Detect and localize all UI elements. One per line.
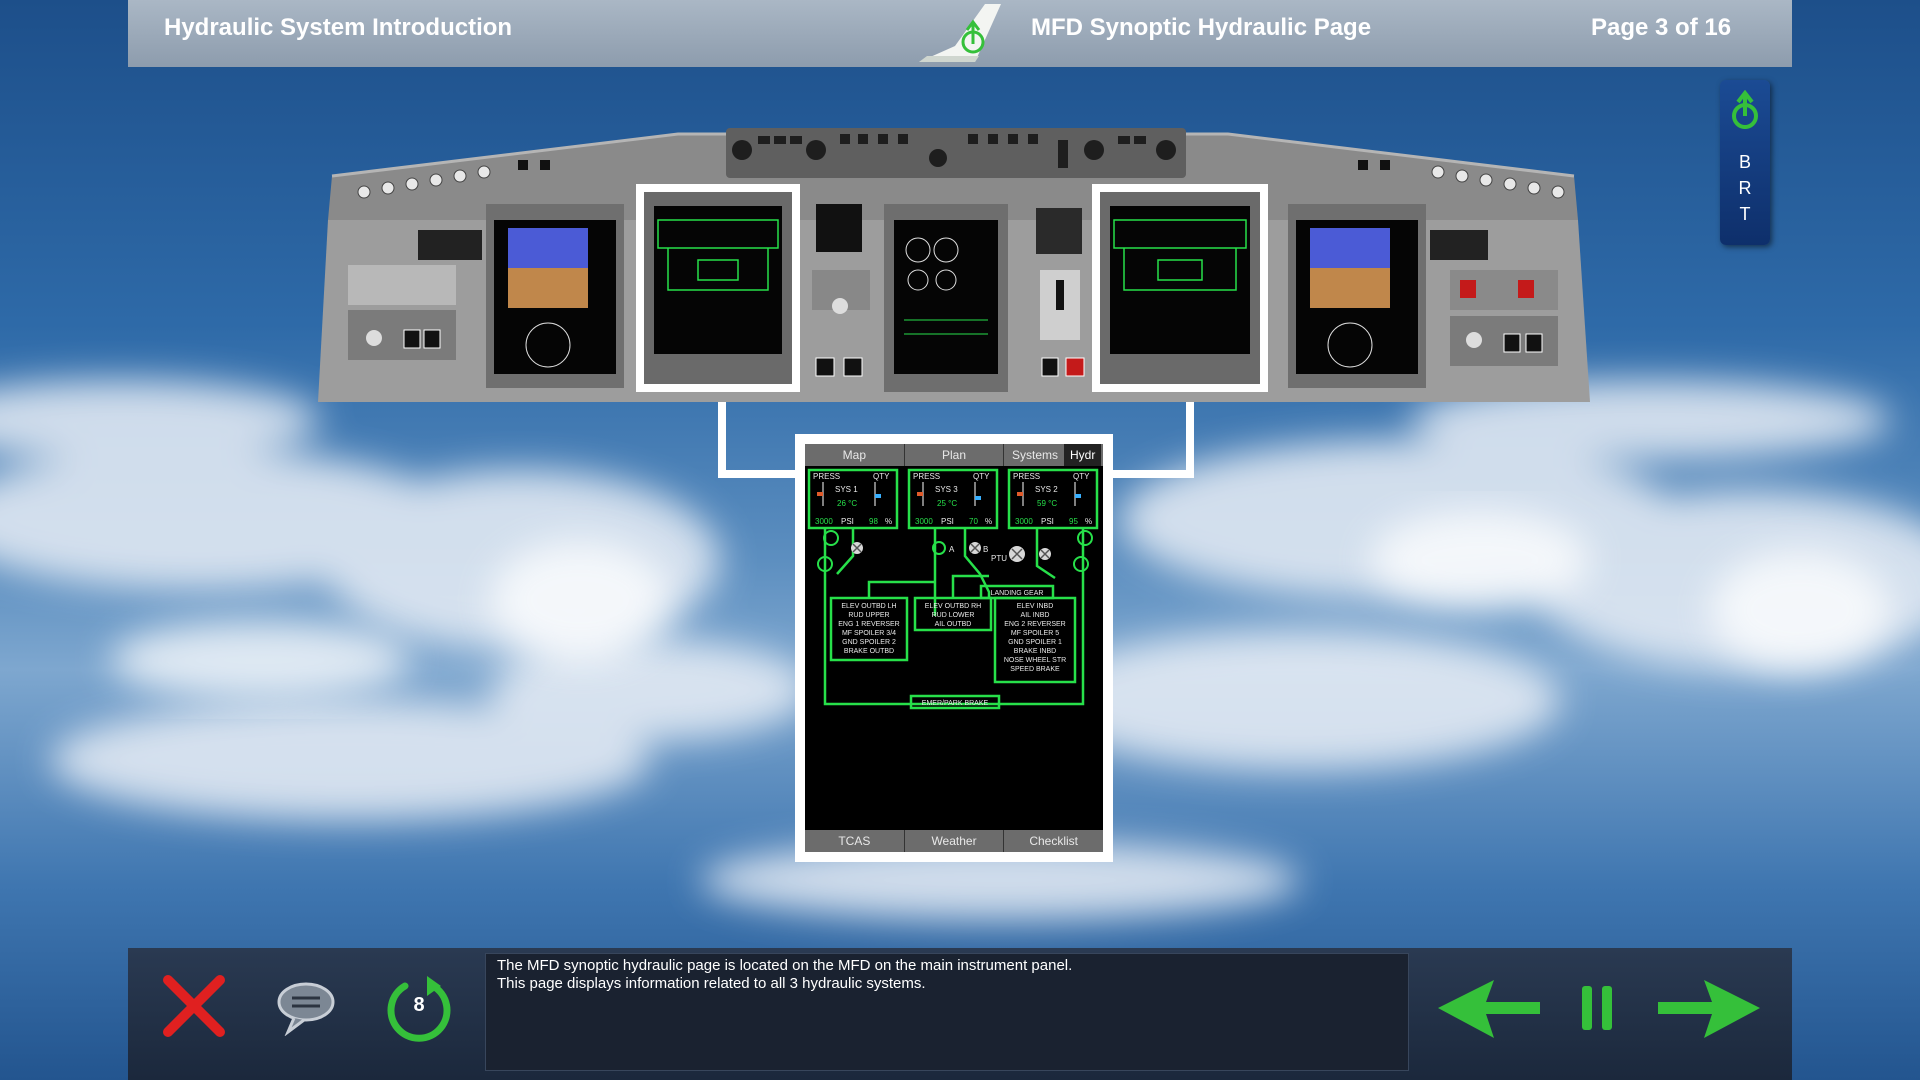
box-right-line: AIL INBD bbox=[1021, 612, 1050, 619]
box-right-line: NOSE WHEEL STR bbox=[1004, 657, 1066, 664]
back-arrow-icon bbox=[1438, 980, 1540, 1038]
sys1-pct-unit: % bbox=[885, 517, 892, 526]
valve-b-label: B bbox=[983, 545, 988, 554]
ptu-label: PTU bbox=[991, 554, 1007, 563]
box-mid-line: ELEV OUTBD RH bbox=[925, 603, 981, 610]
tab-map[interactable]: Map bbox=[805, 444, 905, 466]
box-right-line: ELEV INBD bbox=[1017, 603, 1054, 610]
close-icon bbox=[163, 975, 225, 1037]
header-bar: Hydraulic System Introduction MFD Synopt… bbox=[128, 0, 1792, 67]
valve-a-label: A bbox=[949, 545, 955, 554]
tab-plan[interactable]: Plan bbox=[905, 444, 1005, 466]
pause-button[interactable] bbox=[1578, 982, 1618, 1034]
sys2-psi: 3000 bbox=[1015, 517, 1033, 526]
box-left-line: ELEV OUTBD LH bbox=[841, 603, 896, 610]
mfd-bottom-tabs: TCAS Weather Checklist bbox=[805, 830, 1103, 852]
mfd-top-tabs: Map Plan Systems Hydr bbox=[805, 444, 1103, 466]
connector-right-vertical bbox=[1186, 402, 1194, 474]
back-button[interactable] bbox=[1434, 968, 1544, 1048]
hydraulic-synoptic-diagram: PRESS QTY SYS 1 26 °C 3000 PSI 98 % PRES… bbox=[807, 468, 1099, 710]
replay-button[interactable]: 8 bbox=[383, 972, 455, 1044]
close-button[interactable] bbox=[160, 972, 228, 1040]
brt-letter-r: R bbox=[1738, 178, 1752, 198]
narration-caption-box: The MFD synoptic hydraulic page is locat… bbox=[485, 953, 1409, 1071]
caption-line-2: This page displays information related t… bbox=[497, 975, 926, 992]
speech-bubble-icon bbox=[277, 982, 335, 1036]
mfd-screen: Map Plan Systems Hydr PRESS QTY SYS 1 26… bbox=[805, 444, 1103, 852]
brt-button[interactable]: B R T bbox=[1720, 80, 1770, 245]
replay-count: 8 bbox=[413, 994, 425, 1016]
box-right-line: BRAKE INBD bbox=[1014, 648, 1056, 655]
box-right-line: GND SPOILER 1 bbox=[1008, 639, 1062, 646]
next-button[interactable] bbox=[1654, 968, 1764, 1048]
box-left-line: MF SPOILER 3/4 bbox=[842, 630, 896, 637]
caption-line-1: The MFD synoptic hydraulic page is locat… bbox=[497, 957, 1073, 974]
sys3-psi: 3000 bbox=[915, 517, 933, 526]
box-right-line: MF SPOILER 5 bbox=[1011, 630, 1059, 637]
emer-park-brake-label: EMER/PARK BRAKE bbox=[922, 700, 989, 707]
tab-weather[interactable]: Weather bbox=[905, 830, 1005, 852]
box-left-line: GND SPOILER 2 bbox=[842, 639, 896, 646]
sys1-psi-unit: PSI bbox=[841, 517, 854, 526]
page-counter: Page 3 of 16 bbox=[1591, 14, 1732, 41]
module-title: Hydraulic System Introduction bbox=[164, 14, 513, 41]
sys3-temp: 25 °C bbox=[937, 499, 957, 508]
box-right-line: ENG 2 REVERSER bbox=[1004, 621, 1065, 628]
connector-right-horizontal bbox=[1110, 470, 1194, 478]
box-mid-line: RUD LOWER bbox=[932, 612, 975, 619]
box-left-line: RUD UPPER bbox=[848, 612, 889, 619]
sys1-qty-label: QTY bbox=[873, 472, 890, 481]
sys1-psi: 3000 bbox=[815, 517, 833, 526]
main-instrument-panel bbox=[318, 120, 1590, 402]
box-right-line: SPEED BRAKE bbox=[1010, 666, 1060, 673]
sys1-temp: 26 °C bbox=[837, 499, 857, 508]
sys2-psi-unit: PSI bbox=[1041, 517, 1054, 526]
sys3-pct-unit: % bbox=[985, 517, 992, 526]
power-icon bbox=[1732, 90, 1758, 129]
tab-systems-hydr[interactable]: Systems Hydr bbox=[1004, 444, 1103, 466]
sys2-qty-pct: 95 bbox=[1069, 517, 1078, 526]
sys2-temp: 59 °C bbox=[1037, 499, 1057, 508]
box-left-line: BRAKE OUTBD bbox=[844, 648, 894, 655]
sys3-press-label: PRESS bbox=[913, 472, 940, 481]
box-left-line: ENG 1 REVERSER bbox=[838, 621, 899, 628]
sys3-qty-label: QTY bbox=[973, 472, 990, 481]
tab-systems[interactable]: Systems bbox=[1006, 444, 1064, 466]
tab-tcas[interactable]: TCAS bbox=[805, 830, 905, 852]
tab-checklist[interactable]: Checklist bbox=[1004, 830, 1103, 852]
sys3-qty-pct: 70 bbox=[969, 517, 978, 526]
sys2-qty-label: QTY bbox=[1073, 472, 1090, 481]
connector-left-vertical bbox=[718, 402, 726, 474]
landing-gear-label: LANDING GEAR bbox=[991, 590, 1044, 597]
notes-button[interactable] bbox=[274, 978, 338, 1036]
sys2-label: SYS 2 bbox=[1035, 485, 1058, 494]
sys3-label: SYS 3 bbox=[935, 485, 958, 494]
instrument-panel-graphic bbox=[318, 128, 1590, 402]
page-title: MFD Synoptic Hydraulic Page bbox=[1031, 14, 1372, 41]
brt-letter-t: T bbox=[1739, 204, 1751, 224]
box-mid-line: AIL OUTBD bbox=[935, 621, 972, 628]
connector-left-horizontal bbox=[718, 470, 798, 478]
next-arrow-icon bbox=[1658, 980, 1760, 1038]
brt-letter-b: B bbox=[1738, 152, 1751, 172]
mfd-hydraulic-synoptic: Map Plan Systems Hydr PRESS QTY SYS 1 26… bbox=[795, 434, 1113, 862]
sys1-label: SYS 1 bbox=[835, 485, 858, 494]
sys2-press-label: PRESS bbox=[1013, 472, 1040, 481]
sys1-qty-pct: 98 bbox=[869, 517, 878, 526]
pause-icon bbox=[1582, 986, 1612, 1030]
sys1-press-label: PRESS bbox=[813, 472, 840, 481]
sys3-psi-unit: PSI bbox=[941, 517, 954, 526]
company-logo-icon bbox=[919, 4, 1001, 62]
sys2-pct-unit: % bbox=[1085, 517, 1092, 526]
tab-hydr[interactable]: Hydr bbox=[1064, 444, 1102, 466]
